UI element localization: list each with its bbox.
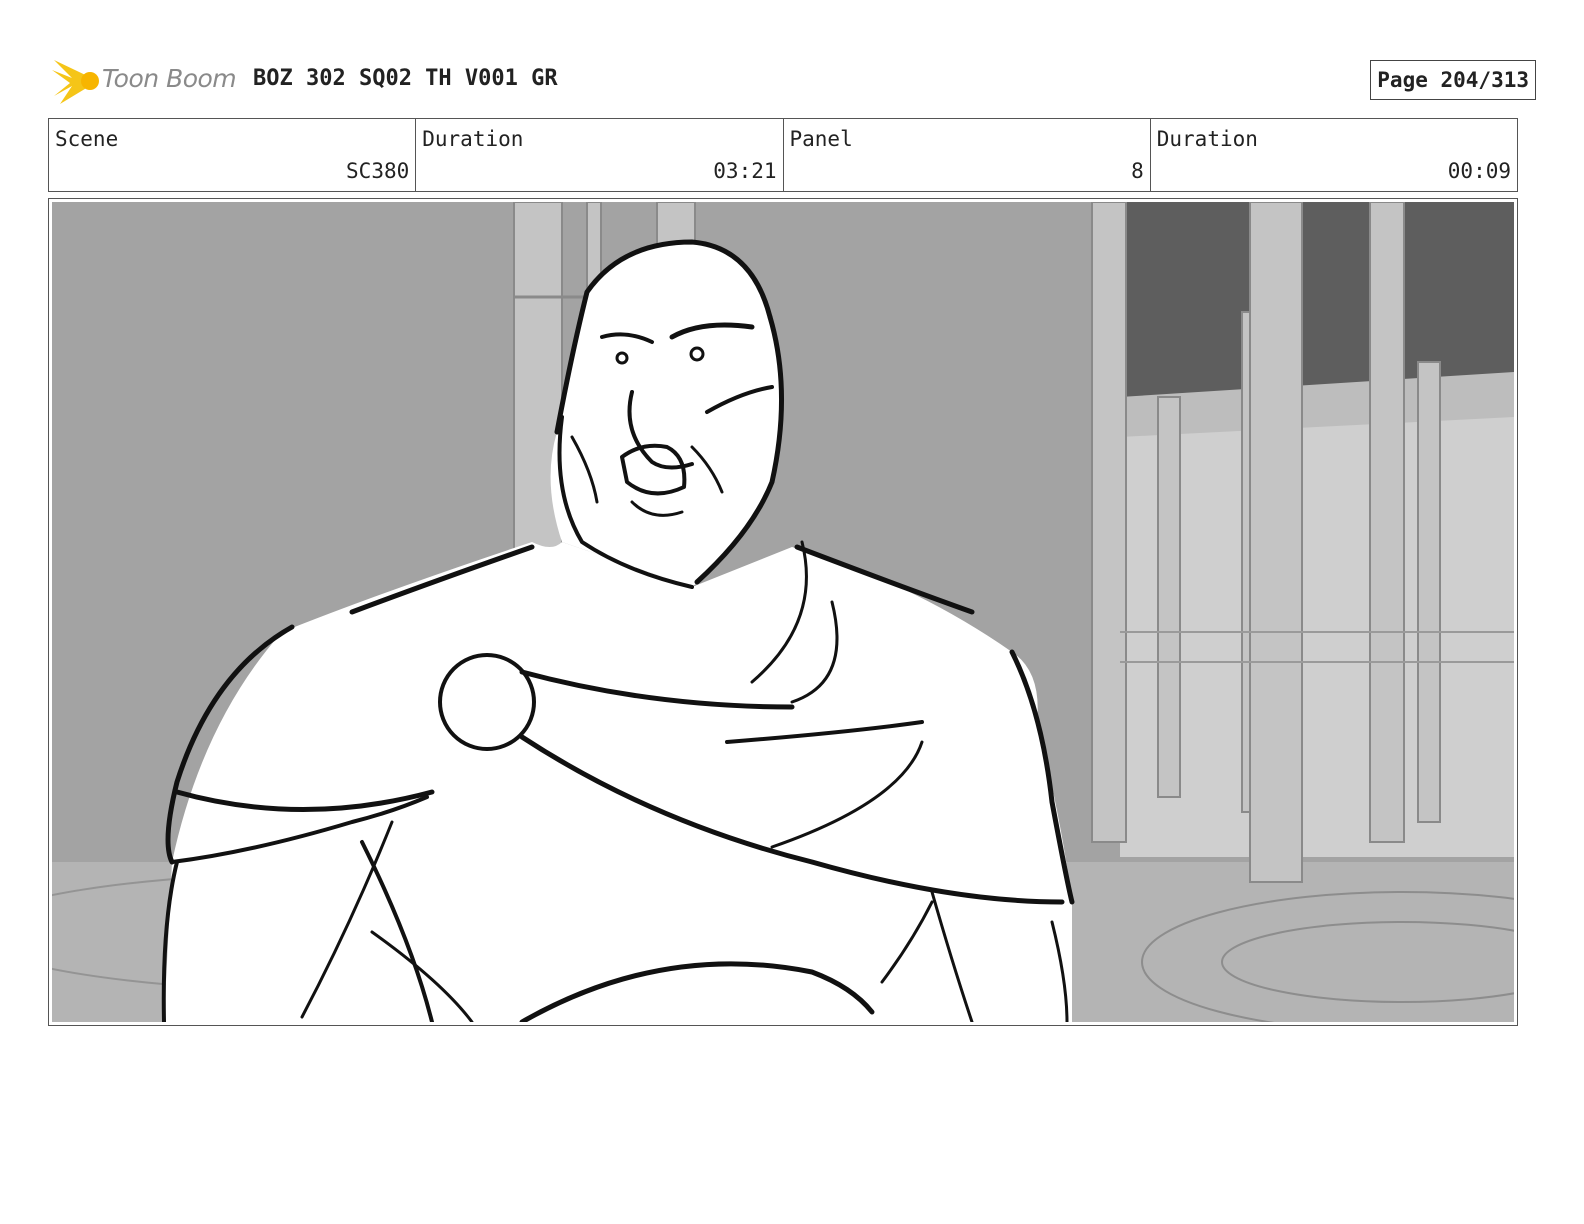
- scene-duration-cell: Duration 03:21: [416, 119, 784, 191]
- toon-boom-logo: Toon Boom: [50, 56, 240, 106]
- scene-duration-label: Duration: [422, 127, 524, 151]
- scene-cell: Scene SC380: [49, 119, 417, 191]
- flame-icon: [52, 60, 99, 104]
- panel-duration-cell: Duration 00:09: [1151, 119, 1517, 191]
- storyboard-panel: [48, 198, 1518, 1026]
- panel-duration-value: 00:09: [1447, 159, 1511, 183]
- page-number: Page 204/313: [1370, 60, 1536, 100]
- logo-text: Toon Boom: [102, 64, 237, 93]
- scene-label: Scene: [55, 127, 119, 151]
- panel-duration-label: Duration: [1156, 127, 1258, 151]
- scene-duration-value: 03:21: [713, 159, 777, 183]
- panel-label: Panel: [789, 127, 853, 151]
- panel-info-table: Scene SC380 Duration 03:21 Panel 8 Durat…: [48, 118, 1518, 192]
- panel-value: 8: [1131, 159, 1144, 183]
- scene-value: SC380: [346, 159, 410, 183]
- panel-image: [52, 202, 1514, 1022]
- document-title: BOZ 302 SQ02 TH V001 GR: [253, 66, 558, 91]
- storyboard-sketch: [52, 202, 1514, 1022]
- header: Toon Boom BOZ 302 SQ02 TH V001 GR Page 2…: [50, 56, 1536, 106]
- panel-cell: Panel 8: [784, 119, 1151, 191]
